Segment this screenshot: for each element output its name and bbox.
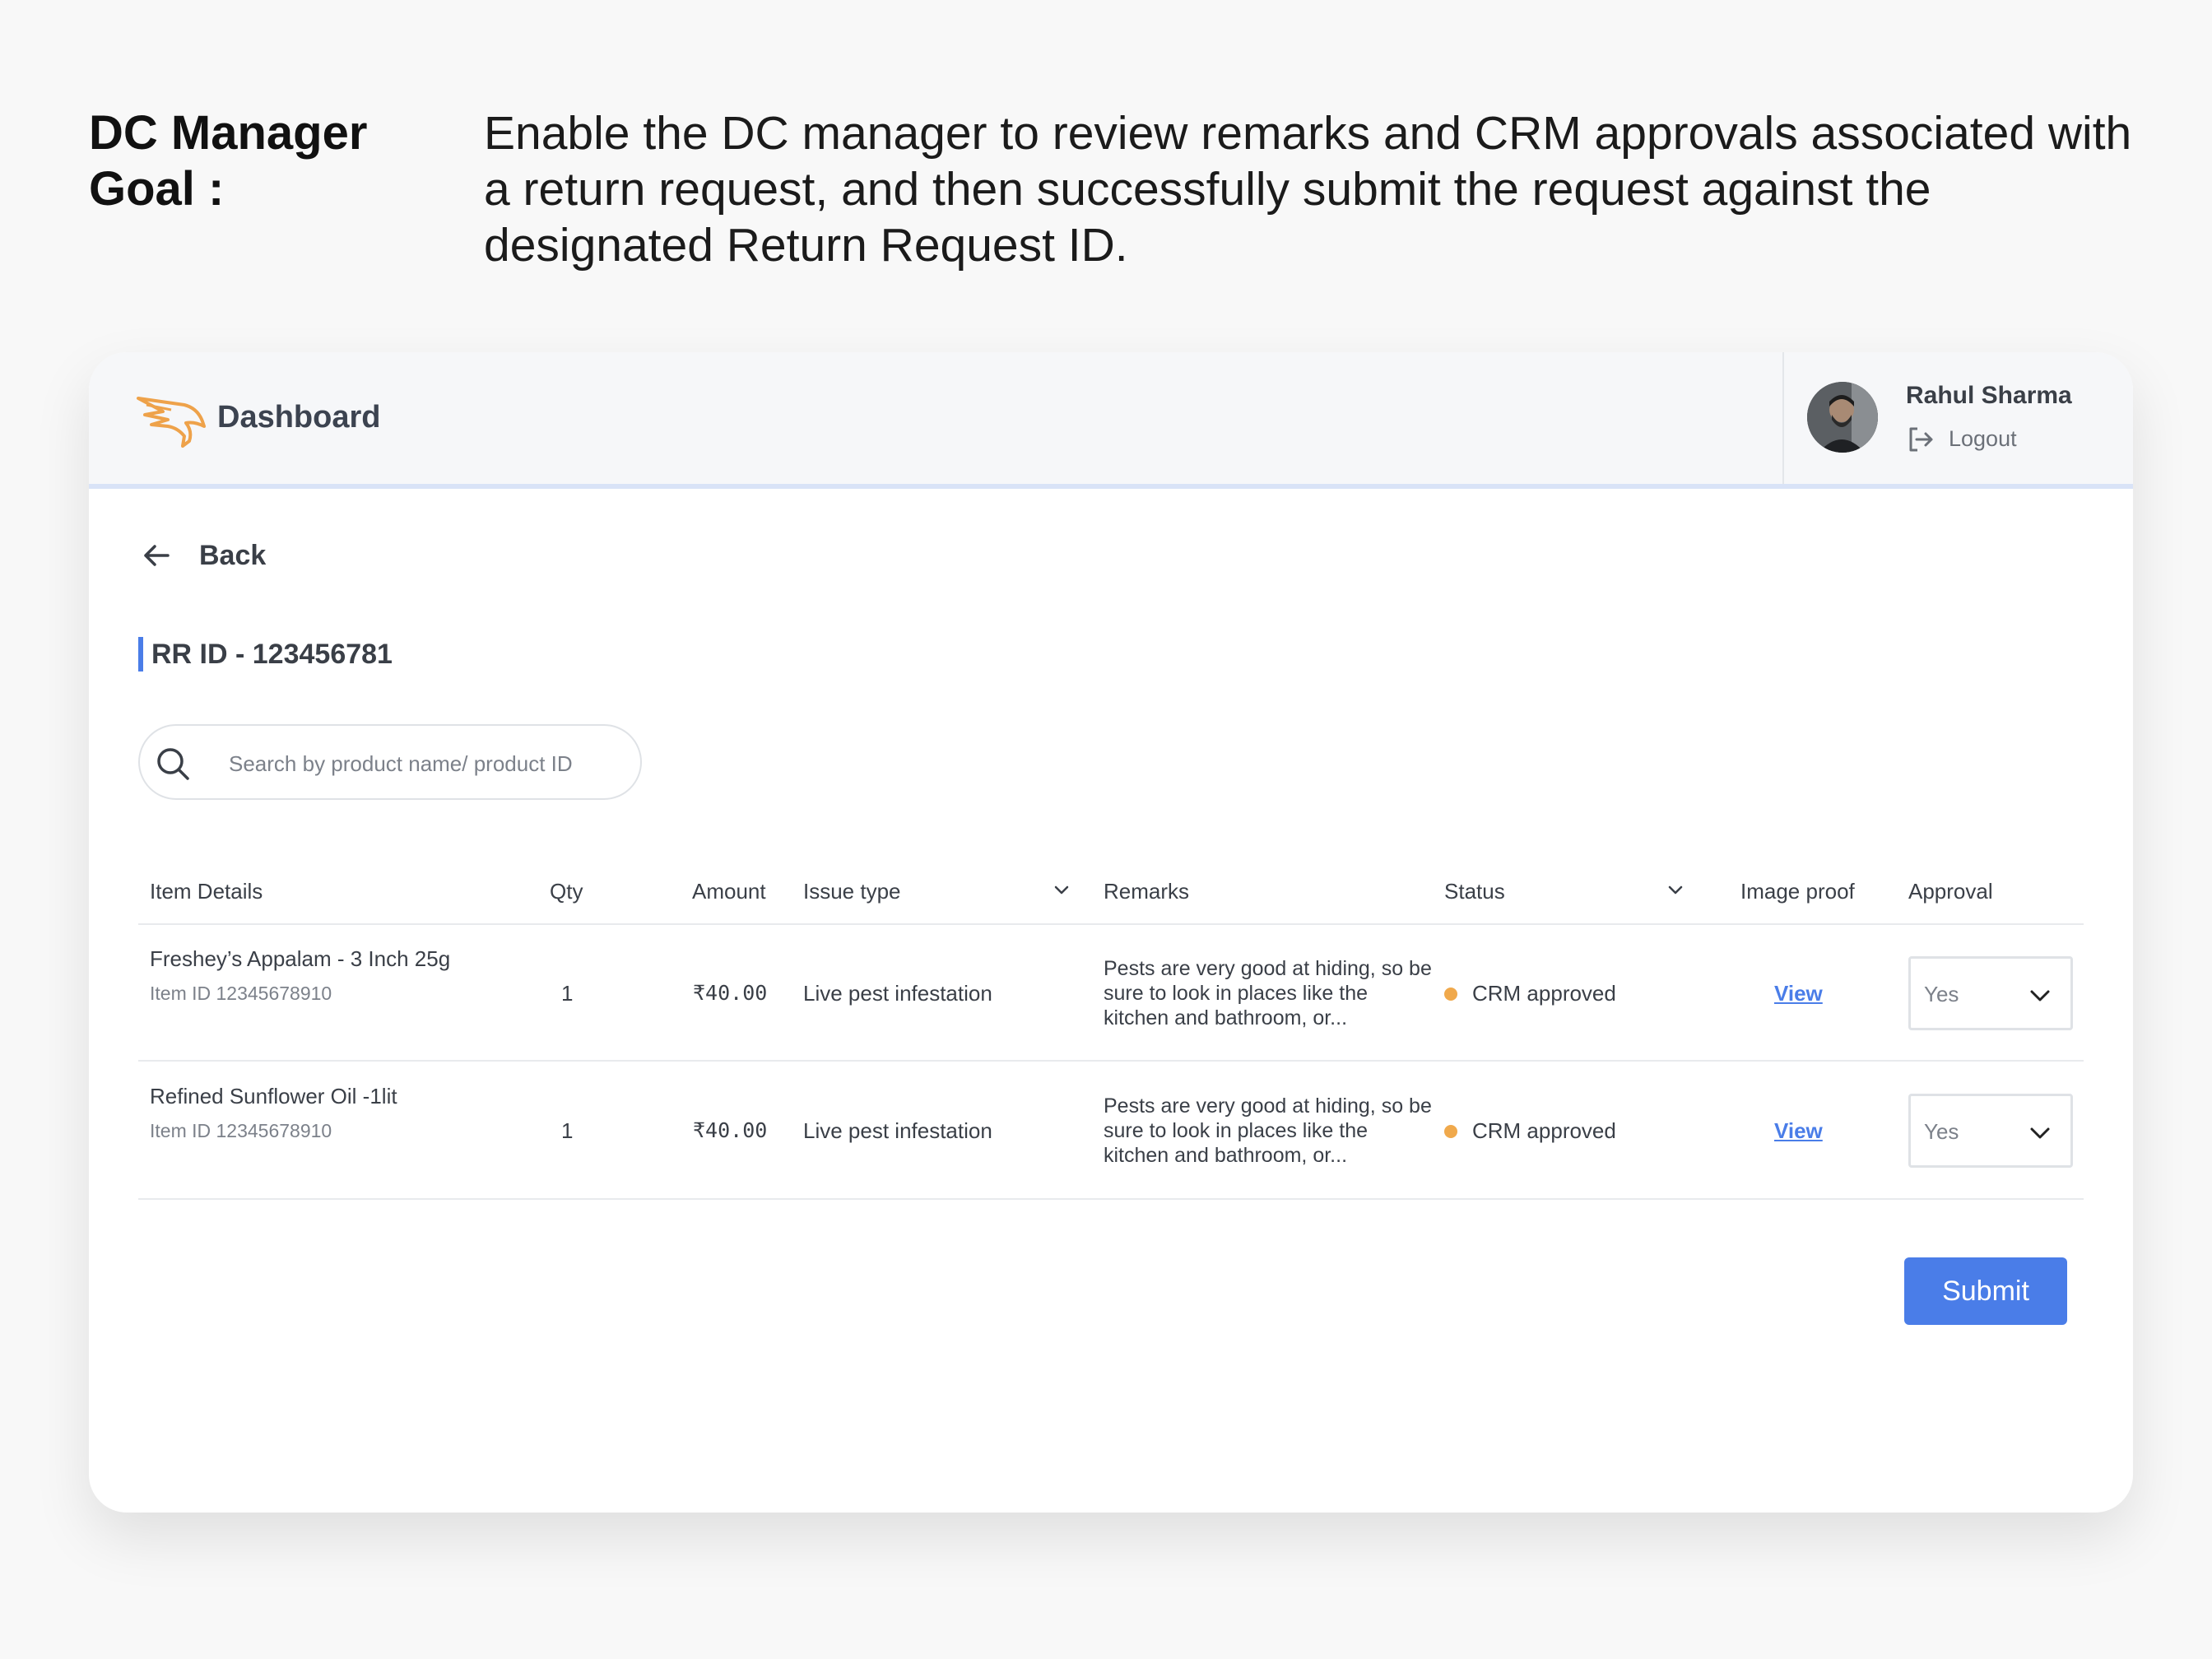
row-divider [138, 1198, 2084, 1200]
column-header-remarks: Remarks [1104, 879, 1190, 904]
item-id: Item ID 12345678910 [150, 983, 332, 1004]
status-dot [1444, 1124, 1457, 1138]
table-header-divider [138, 923, 2084, 925]
qty: 1 [561, 981, 574, 1006]
approval-dropdown[interactable]: Yes [1908, 1094, 2073, 1168]
issue-type: Live pest infestation [803, 981, 992, 1006]
dashboard-card: Dashboard Rahul Sharma Logout Back RR ID… [89, 352, 2133, 1513]
column-header-issue-type[interactable]: Issue type [803, 879, 901, 904]
rr-id-title: RR ID - 123456781 [138, 637, 393, 672]
column-header-approval: Approval [1908, 879, 1993, 904]
remarks: Pests are very good at hiding, so be sur… [1104, 1094, 1432, 1167]
image-proof-view-link[interactable]: View [1774, 981, 1823, 1006]
status-label: CRM approved [1472, 981, 1616, 1006]
submit-button[interactable]: Submit [1904, 1257, 2067, 1325]
approval-value: Yes [1924, 982, 1959, 1006]
image-proof-view-link[interactable]: View [1774, 1118, 1823, 1144]
avatar[interactable] [1807, 382, 1878, 453]
brand-title: Dashboard [217, 400, 381, 434]
status-dot [1444, 987, 1457, 1001]
logout-icon[interactable] [1906, 425, 1936, 454]
user-name: Rahul Sharma [1906, 382, 2072, 409]
avatar-portrait-icon [1807, 382, 1878, 453]
column-header-amount: Amount [692, 879, 766, 904]
approval-value: Yes [1924, 1119, 1959, 1144]
top-bar: Dashboard Rahul Sharma Logout [89, 352, 2133, 489]
status-badge: CRM approved [1444, 1118, 1616, 1144]
item-name: Refined Sunflower Oil -1lit [150, 1084, 397, 1108]
qty: 1 [561, 1118, 574, 1143]
goal-text: Enable the DC manager to review remarks … [484, 107, 2132, 272]
remarks: Pests are very good at hiding, so be sur… [1104, 957, 1432, 1029]
chevron-down-icon[interactable] [1664, 879, 1687, 902]
column-header-qty: Qty [550, 879, 583, 904]
status-badge: CRM approved [1444, 981, 1616, 1006]
search-icon [157, 748, 189, 780]
chevron-down-icon [2030, 1127, 2050, 1139]
chevron-down-icon [2030, 990, 2050, 1001]
status-label: CRM approved [1472, 1118, 1616, 1143]
column-header-item-details: Item Details [150, 879, 263, 904]
search-input[interactable] [227, 742, 625, 785]
amount: ₹40.00 [693, 1118, 768, 1142]
goal-label: DC Manager Goal : [89, 106, 368, 216]
eagle-logo-icon [137, 397, 206, 448]
item-id: Item ID 12345678910 [150, 1120, 332, 1141]
row-divider [138, 1060, 2084, 1062]
column-header-status[interactable]: Status [1444, 879, 1505, 904]
chevron-down-icon[interactable] [1050, 879, 1073, 902]
user-section: Rahul Sharma Logout [1782, 352, 2133, 484]
search-box [138, 724, 642, 800]
logout-link[interactable]: Logout [1949, 426, 2017, 452]
arrow-left-icon [144, 545, 170, 566]
back-label: Back [199, 539, 267, 571]
amount: ₹40.00 [693, 981, 768, 1005]
back-button[interactable]: Back [140, 535, 266, 576]
issue-type: Live pest infestation [803, 1118, 992, 1143]
approval-dropdown[interactable]: Yes [1908, 956, 2073, 1030]
column-header-image-proof: Image proof [1740, 879, 1855, 904]
item-name: Freshey’s Appalam - 3 Inch 25g [150, 946, 451, 971]
